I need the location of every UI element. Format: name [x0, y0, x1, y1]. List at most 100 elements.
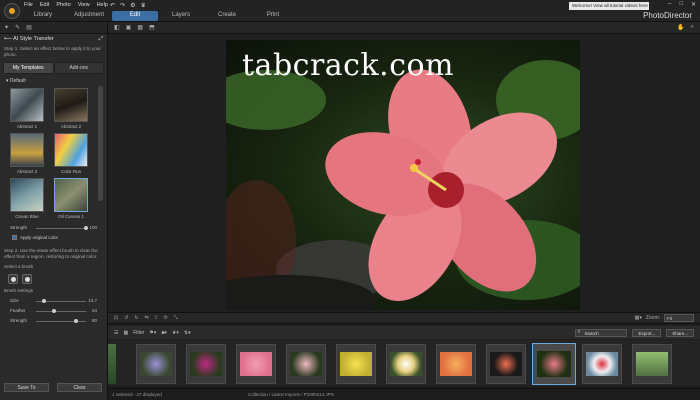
rating-icon[interactable]: ★▾	[172, 330, 179, 336]
template-abstract-1[interactable]: Abstract 1	[10, 88, 44, 130]
zoom-icon[interactable]: ⌕	[691, 24, 694, 31]
grid-dots-icon[interactable]: ⁞⁞	[155, 315, 158, 321]
export-button[interactable]: Export...	[632, 328, 662, 337]
gear-icon[interactable]: ⚙	[130, 2, 135, 9]
edit-toolbar: ⊡ ↺ ↻ ⇋ ⁞⁞ ⟳ ⤡ ▦▾ Zoom: Fit	[108, 312, 700, 324]
expand-icon[interactable]: ⤢	[99, 36, 103, 43]
crop-icon[interactable]: ⊡	[114, 315, 118, 321]
welcome-tutorial-box[interactable]: Welcome! View all tutorial videos here	[569, 2, 649, 10]
menu-edit[interactable]: Edit	[40, 2, 49, 8]
brush-icon[interactable]: ✎	[15, 24, 20, 31]
filmstrip-thumbnail[interactable]	[386, 344, 426, 384]
brush-strength-slider[interactable]: Strength 80	[0, 316, 107, 326]
module-tabs: Library Adjustment Edit Layers Create Pr…	[20, 11, 296, 21]
menu-bar: File Edit Photo View Help	[24, 2, 108, 8]
tab-layers[interactable]: Layers	[158, 11, 204, 21]
grid-view-icon[interactable]: ▦	[137, 24, 143, 31]
display-mode-icon[interactable]: ▦▾	[635, 315, 642, 321]
slider-knob[interactable]	[74, 319, 78, 323]
share-button[interactable]: Share...	[666, 328, 694, 337]
list-view-icon[interactable]: ☰	[114, 330, 118, 336]
wand-icon[interactable]: ✦	[4, 24, 9, 31]
menu-help[interactable]: Help	[97, 2, 108, 8]
restore-brush-icon[interactable]	[22, 274, 32, 284]
default-section-header[interactable]: ▾ Default	[0, 76, 107, 86]
template-thumbnail	[54, 178, 88, 212]
tab-my-templates[interactable]: My Templates	[3, 62, 54, 74]
slider-track[interactable]	[36, 321, 86, 322]
slider-knob[interactable]	[84, 226, 88, 230]
status-bar: 1 selected - 47 displayed Collection / L…	[108, 388, 700, 400]
compare-icon[interactable]: ◧	[114, 24, 120, 31]
checkbox-box[interactable]	[12, 235, 17, 240]
feather-slider[interactable]: Feather 34	[0, 306, 107, 316]
refresh-icon[interactable]: ⟳	[164, 315, 168, 321]
undo-icon[interactable]: ↶	[110, 2, 115, 9]
maximize-icon[interactable]: □	[679, 1, 683, 8]
filmstrip-thumbnail[interactable]	[136, 344, 176, 384]
template-thumbnail	[10, 88, 44, 122]
layers-icon[interactable]: ▤	[26, 24, 32, 31]
brush-selector	[0, 272, 107, 286]
slider-track[interactable]	[36, 311, 86, 312]
template-color-run[interactable]: Color Run	[54, 133, 88, 175]
erase-brush-icon[interactable]	[8, 274, 18, 284]
apply-original-color-checkbox[interactable]: Apply original color	[0, 233, 107, 242]
tab-edit[interactable]: Edit	[112, 11, 158, 21]
viewer-toolbar: ◧ ▣ ▦ ⬒ ✋ ⌕	[108, 22, 700, 34]
filmstrip-thumbnail[interactable]	[336, 344, 376, 384]
single-view-icon[interactable]: ▣	[126, 24, 132, 31]
filmstrip-thumbnail[interactable]	[236, 344, 276, 384]
flag-icon[interactable]: ⚑▾	[149, 330, 156, 336]
tab-library[interactable]: Library	[20, 11, 66, 21]
menu-photo[interactable]: Photo	[56, 2, 70, 8]
menu-file[interactable]: File	[24, 2, 33, 8]
filmstrip-thumbnail-selected[interactable]	[532, 343, 576, 385]
tab-print[interactable]: Print	[250, 11, 296, 21]
app-logo-icon[interactable]	[4, 3, 20, 19]
size-slider[interactable]: Size 13.7	[0, 296, 107, 306]
app-name: PhotoDirector	[643, 11, 692, 20]
template-ocean-blue[interactable]: Ocean Blue	[10, 178, 44, 220]
filmstrip-thumbnail[interactable]	[582, 344, 622, 384]
filmstrip-thumbnail[interactable]	[286, 344, 326, 384]
crown-icon[interactable]: ♛	[140, 2, 145, 9]
search-input[interactable]: Search	[575, 328, 628, 337]
filmstrip-thumbnail[interactable]	[632, 344, 672, 384]
tab-add-ons[interactable]: Add-ons	[53, 62, 104, 74]
thumbnail-view-icon[interactable]: ▦	[123, 330, 128, 336]
filmstrip-thumbnail[interactable]	[486, 344, 526, 384]
slider-knob[interactable]	[42, 299, 46, 303]
color-label-icon[interactable]: ■▾	[161, 330, 167, 336]
save-to-button[interactable]: Save To	[4, 383, 49, 392]
fullscreen-icon[interactable]: ⬒	[149, 24, 155, 31]
tab-adjustment[interactable]: Adjustment	[66, 11, 112, 21]
flip-icon[interactable]: ⇋	[145, 315, 149, 321]
template-oil-canvas-1[interactable]: Oil Canvas 1	[54, 178, 88, 220]
slider-knob[interactable]	[52, 309, 56, 313]
template-abstract-3[interactable]: Abstract 3	[10, 133, 44, 175]
rotate-left-icon[interactable]: ↺	[124, 315, 128, 321]
fit-icon[interactable]: ⤡	[174, 315, 178, 321]
redo-icon[interactable]: ↷	[120, 2, 125, 9]
back-arrow-icon[interactable]: ⟵	[4, 36, 13, 42]
close-icon[interactable]: ✕	[691, 1, 696, 8]
strength-slider[interactable]: Strength 100	[0, 223, 107, 233]
rotate-right-icon[interactable]: ↻	[134, 315, 138, 321]
template-scrollbar[interactable]	[98, 86, 103, 201]
tab-create[interactable]: Create	[204, 11, 250, 21]
photodirector-window: File Edit Photo View Help ↶ ↷ ⚙ ♛ Librar…	[0, 0, 700, 400]
pan-icon[interactable]: ✋	[677, 24, 684, 31]
menu-view[interactable]: View	[78, 2, 90, 8]
zoom-select[interactable]: Fit	[664, 314, 694, 322]
main-photo[interactable]: tabcrack.com	[226, 40, 580, 310]
minimize-icon[interactable]: –	[668, 1, 671, 8]
filmstrip-thumbnail[interactable]	[186, 344, 226, 384]
sort-icon[interactable]: ⇅▾	[184, 330, 191, 336]
filmstrip-filter-bar: ☰ ▦ Filter ⚑▾ ■▾ ★▾ ⇅▾ Search Export... …	[108, 326, 700, 339]
clear-button[interactable]: Clear	[57, 383, 102, 392]
template-abstract-2[interactable]: Abstract 2	[54, 88, 88, 130]
filmstrip-thumbnail[interactable]	[436, 344, 476, 384]
slider-track[interactable]	[36, 228, 86, 229]
partial-thumbnail[interactable]	[108, 344, 116, 384]
